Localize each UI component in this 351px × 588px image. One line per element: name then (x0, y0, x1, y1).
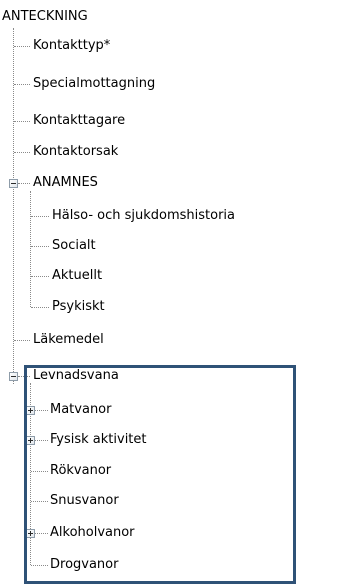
tree-line (30, 191, 31, 307)
tree-line (14, 121, 30, 122)
tree-line (14, 152, 30, 153)
tree-line (14, 340, 30, 341)
tree-root-anteckning[interactable]: ANTECKNING (2, 8, 88, 26)
tree-line (14, 84, 30, 85)
tree-item-lakemedel[interactable]: Läkemedel (33, 331, 104, 349)
tree-view: ANTECKNING Kontakttyp* Specialmottagning… (0, 0, 351, 588)
tree-item-psykiskt[interactable]: Psykiskt (52, 298, 105, 316)
tree-item-halso-sjukdomshistoria[interactable]: Hälso- och sjukdomshistoria (52, 207, 235, 225)
tree-item-socialt[interactable]: Socialt (52, 237, 96, 255)
tree-line (31, 276, 49, 277)
tree-line (31, 216, 49, 217)
tree-line (31, 246, 49, 247)
tree-item-kontakttyp[interactable]: Kontakttyp* (33, 37, 110, 55)
collapse-anamnes-toggle[interactable] (9, 179, 18, 188)
tree-line (13, 28, 14, 384)
highlight-box (24, 365, 296, 584)
tree-line (18, 183, 30, 184)
tree-item-anamnes[interactable]: ANAMNES (33, 174, 98, 192)
tree-line (14, 46, 30, 47)
tree-item-aktuellt[interactable]: Aktuellt (52, 267, 102, 285)
tree-item-kontaktorsak[interactable]: Kontaktorsak (33, 143, 118, 161)
collapse-levnadsvana-toggle[interactable] (9, 372, 18, 381)
tree-line (31, 307, 49, 308)
tree-item-specialmottagning[interactable]: Specialmottagning (33, 75, 155, 93)
tree-item-kontakttagare[interactable]: Kontakttagare (33, 112, 125, 130)
